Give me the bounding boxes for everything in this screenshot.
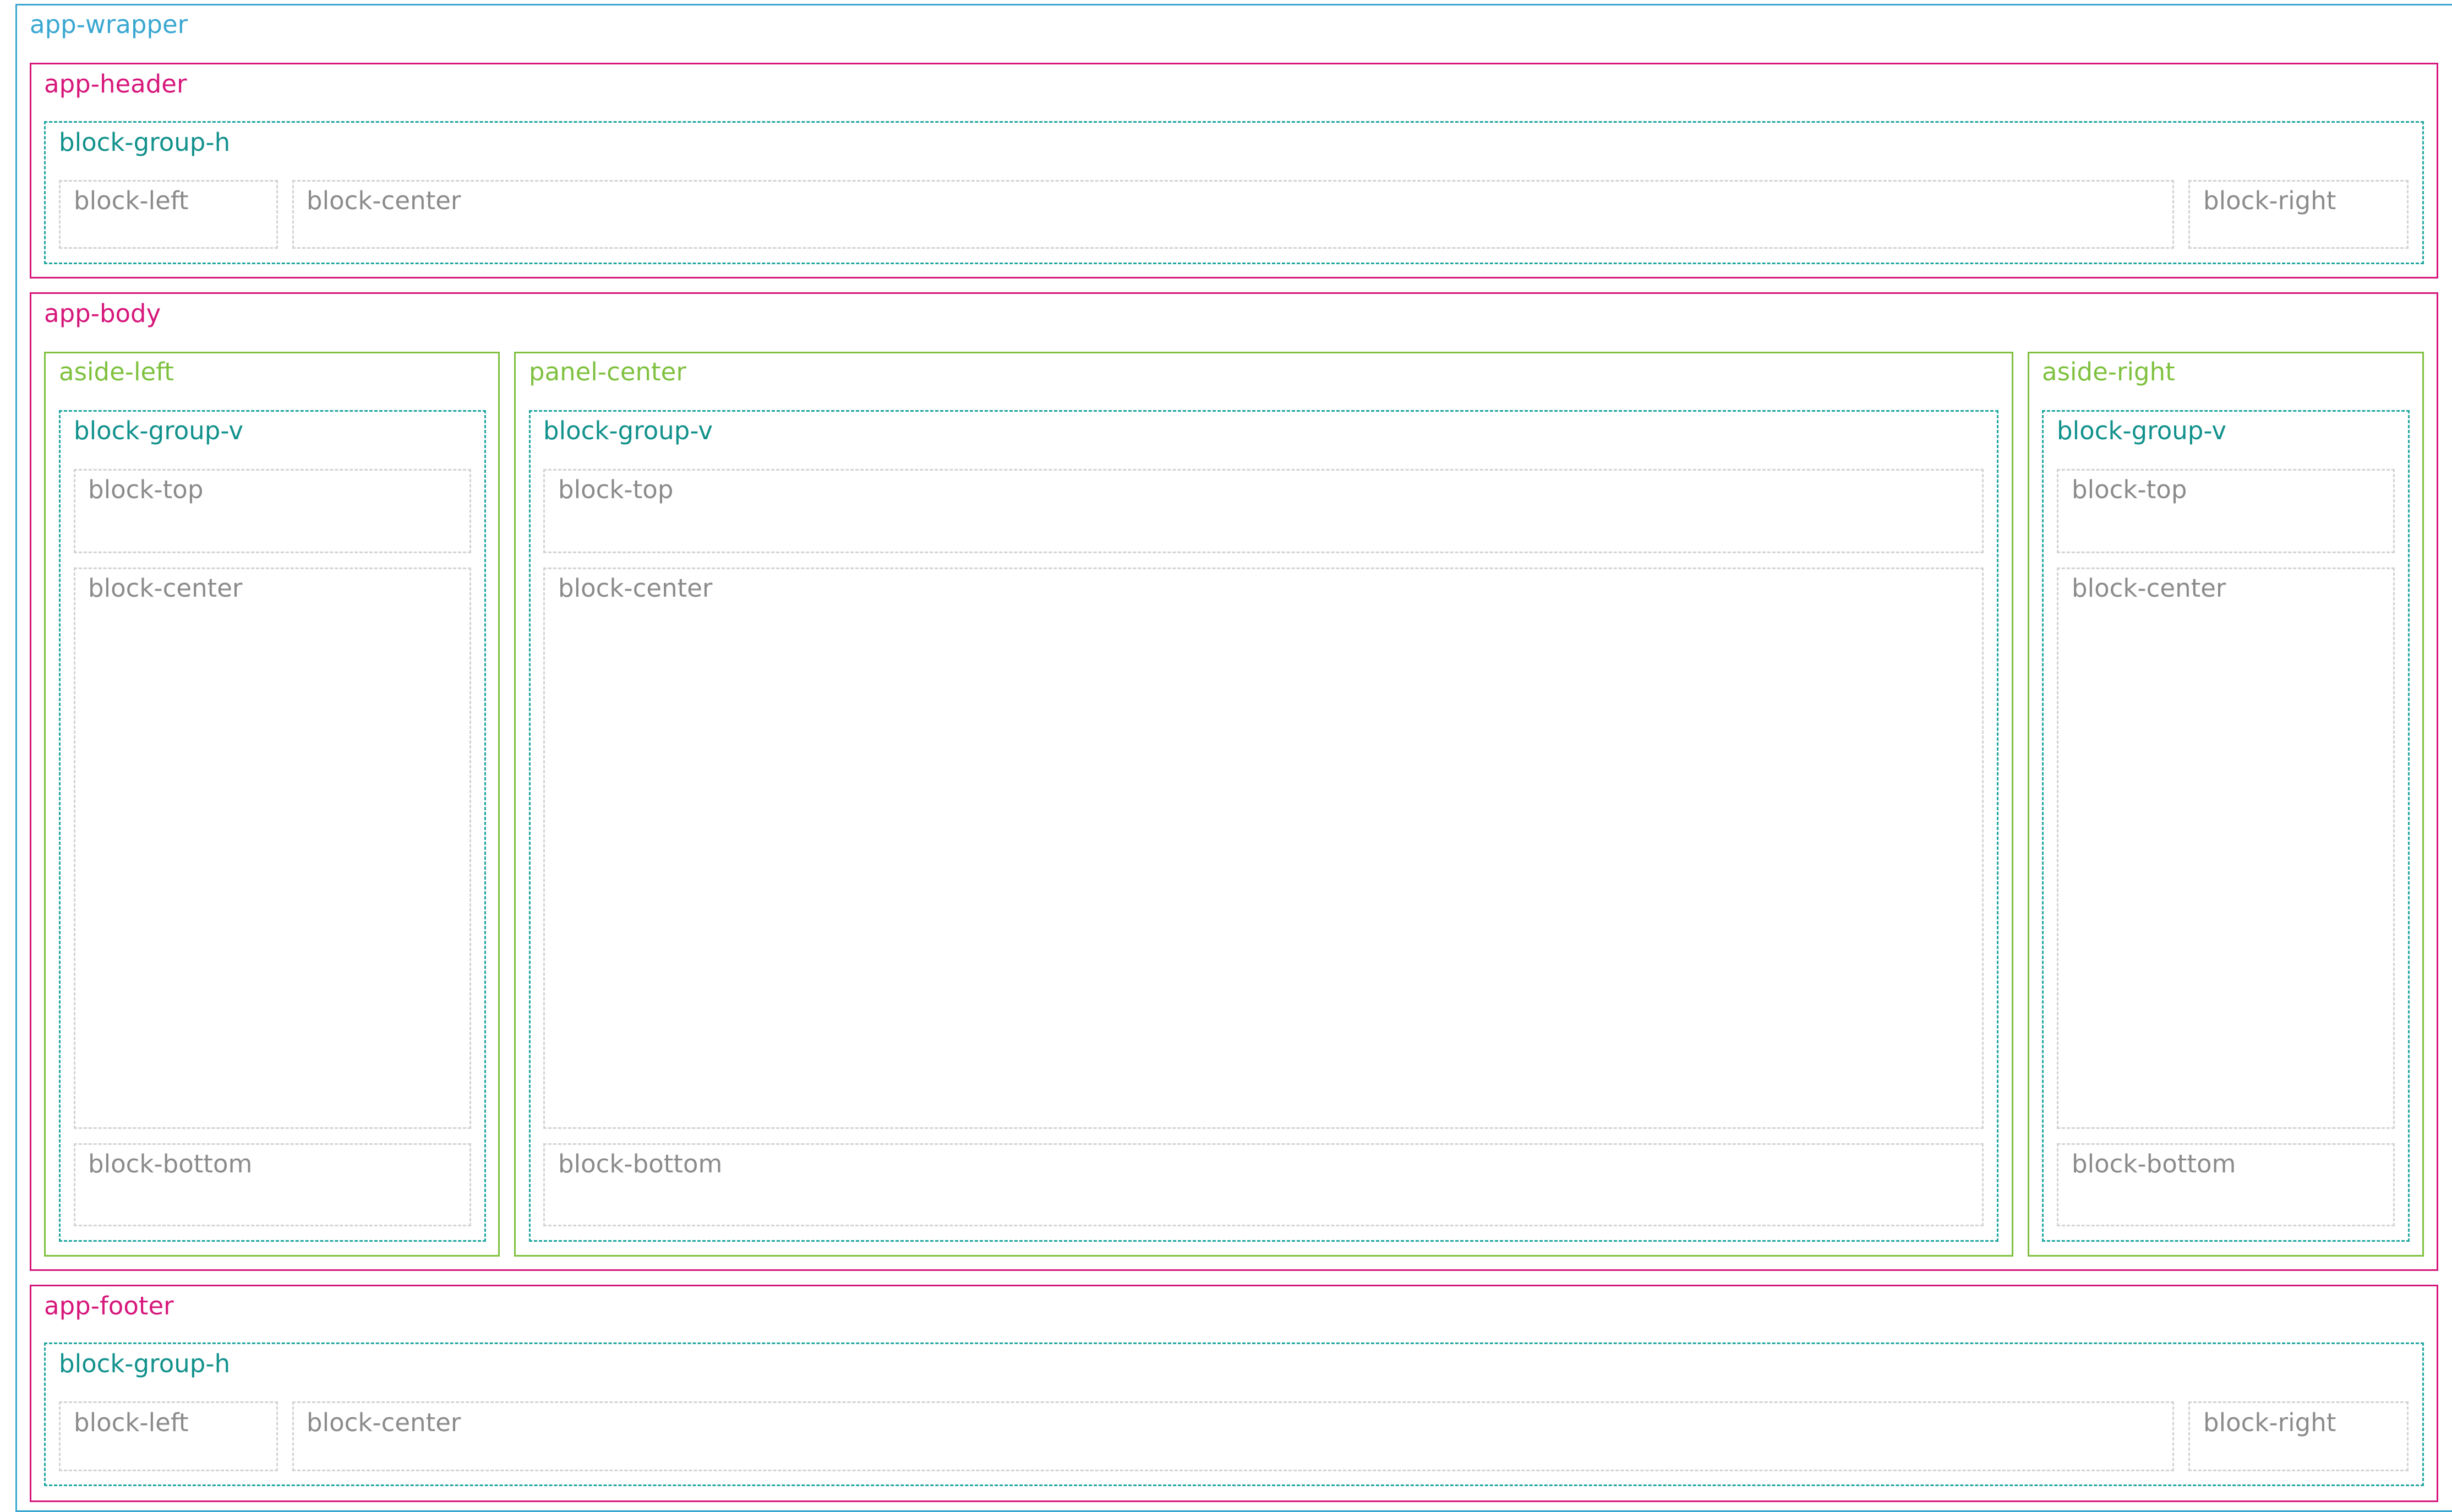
panel-center-block-center-label: block-center (558, 574, 713, 603)
aside-left-block-center (74, 567, 471, 1129)
header-block-right-label: block-right (2203, 186, 2336, 215)
footer-block-left-label: block-left (74, 1408, 189, 1437)
header-block-center-label: block-center (307, 186, 461, 215)
panel-center-block-bottom-label: block-bottom (558, 1149, 723, 1178)
aside-right-block-bottom-label: block-bottom (2072, 1149, 2236, 1178)
app-body-label: app-body (44, 299, 161, 328)
app-footer-label: app-footer (44, 1291, 174, 1320)
panel-center-label: panel-center (529, 357, 686, 386)
aside-right-block-center-label: block-center (2072, 574, 2226, 603)
aside-left-block-center-label: block-center (88, 574, 243, 603)
aside-right-block-group-v-label: block-group-v (2057, 416, 2226, 445)
footer-block-center (292, 1401, 2174, 1471)
app-header-label: app-header (44, 69, 187, 99)
aside-right-block-top-label: block-top (2072, 475, 2187, 504)
panel-center-block-top-label: block-top (558, 475, 674, 504)
aside-right-block-center (2057, 567, 2395, 1129)
panel-center-block-center (543, 567, 1984, 1129)
aside-left-label: aside-left (59, 357, 174, 386)
panel-center-block-group-v-label: block-group-v (543, 416, 713, 445)
panel-center-block-bottom (543, 1143, 1984, 1226)
aside-left-block-bottom-label: block-bottom (88, 1149, 253, 1178)
app-wrapper-label: app-wrapper (30, 10, 188, 39)
footer-block-group-h-label: block-group-h (59, 1349, 231, 1378)
aside-right-label: aside-right (2042, 357, 2175, 386)
aside-left-block-group-v-label: block-group-v (74, 416, 243, 445)
aside-left-block-top-label: block-top (88, 475, 204, 504)
header-block-center (292, 180, 2174, 249)
header-block-left-label: block-left (74, 186, 189, 215)
footer-block-right-label: block-right (2203, 1408, 2336, 1437)
header-block-group-h-label: block-group-h (59, 128, 231, 157)
footer-block-center-label: block-center (307, 1408, 461, 1437)
panel-center-block-top (543, 469, 1984, 553)
